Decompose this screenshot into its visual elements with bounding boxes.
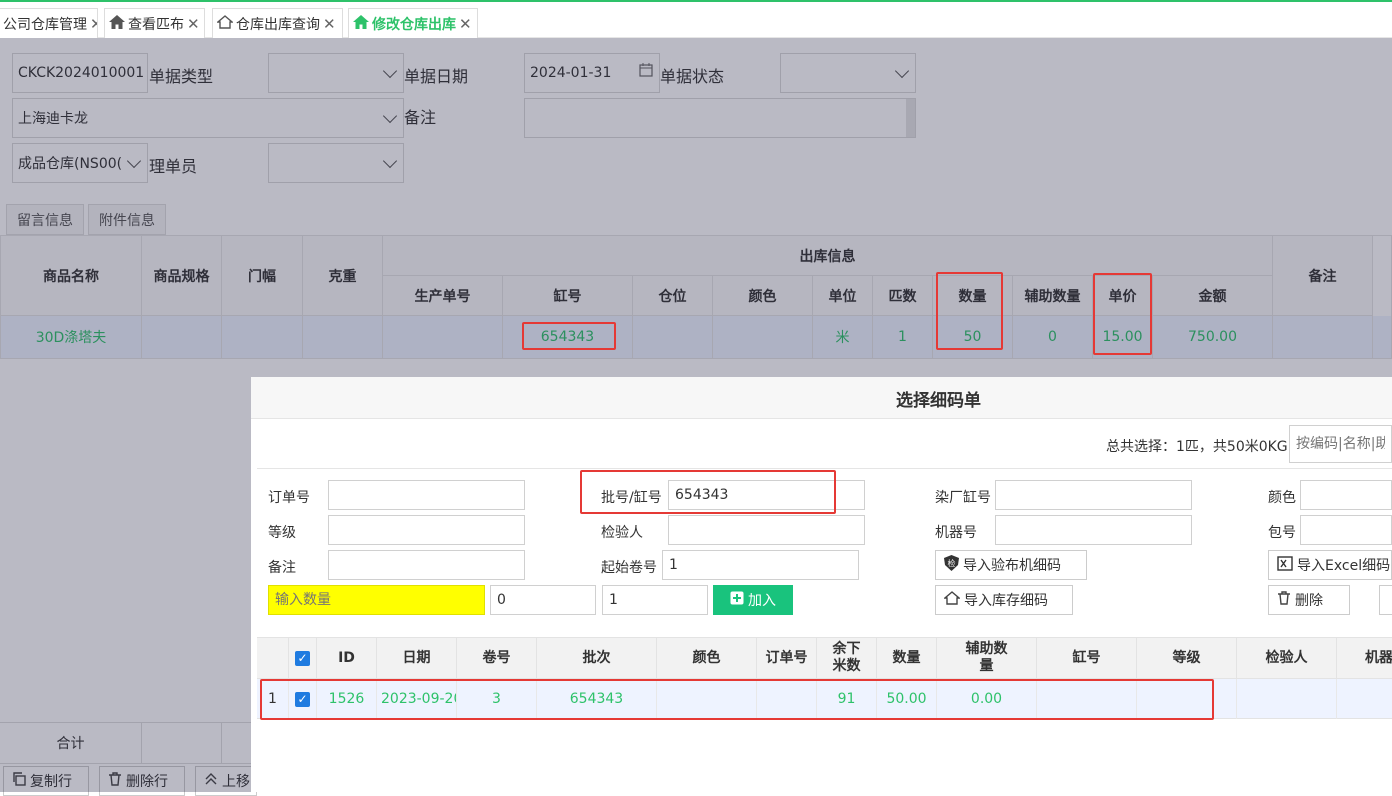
bag-label: 包号 bbox=[1268, 525, 1296, 541]
add-button[interactable]: 加入 bbox=[713, 585, 793, 615]
import-stock-label: 导入库存细码 bbox=[964, 593, 1048, 609]
svg-text:检: 检 bbox=[948, 558, 956, 568]
tab-label: 修改仓库出库 bbox=[372, 16, 456, 33]
start-roll-label: 起始卷号 bbox=[601, 560, 657, 576]
home-icon bbox=[353, 14, 369, 33]
close-icon[interactable]: ✕ bbox=[323, 15, 336, 33]
home-outline-icon bbox=[216, 14, 234, 33]
selection-summary: 总共选择：1匹，共50米0KG bbox=[1106, 439, 1288, 455]
grade-input[interactable] bbox=[328, 515, 525, 545]
remark-label: 备注 bbox=[268, 560, 296, 576]
col-header: 订单号 bbox=[757, 637, 817, 679]
shield-icon: 检 bbox=[944, 555, 959, 575]
highlight-box bbox=[260, 679, 1214, 720]
home-outline-icon bbox=[943, 591, 961, 609]
number-input-2[interactable]: 1 bbox=[602, 585, 708, 615]
excel-icon bbox=[1277, 555, 1293, 575]
col-header: 颜色 bbox=[657, 637, 757, 679]
col-header: 检验人 bbox=[1237, 637, 1337, 679]
close-icon[interactable]: ✕ bbox=[459, 15, 472, 33]
order-no-label: 订单号 bbox=[268, 490, 310, 506]
import-inspection-label: 导入验布机细码 bbox=[963, 558, 1061, 574]
tab-label: 仓库出库查询 bbox=[236, 16, 320, 33]
highlight-box bbox=[522, 322, 616, 350]
tab-edit-outbound[interactable]: 修改仓库出库 ✕ bbox=[348, 8, 478, 38]
inspector-label: 检验人 bbox=[601, 525, 643, 541]
import-excel-button[interactable]: 导入Excel细码 bbox=[1268, 550, 1392, 580]
trash-icon bbox=[1277, 591, 1291, 609]
quantity-input[interactable] bbox=[268, 585, 485, 615]
tab-view-fabric[interactable]: 查看匹布 ✕ bbox=[104, 8, 205, 38]
highlight-box bbox=[1093, 273, 1152, 355]
tab-bar: 公司仓库管理 ✕ 查看匹布 ✕ 仓库出库查询 ✕ 修改仓库出库 ✕ bbox=[0, 2, 1392, 38]
select-all-checkbox-cell: ✓ bbox=[289, 637, 317, 679]
color-input[interactable] bbox=[1300, 480, 1392, 510]
col-header: 数量 bbox=[877, 637, 937, 679]
number-input-1[interactable]: 0 bbox=[490, 585, 596, 615]
inspector-input[interactable] bbox=[668, 515, 865, 545]
col-header: 余下米数 bbox=[817, 637, 877, 679]
delete-button[interactable]: 删除 bbox=[1268, 585, 1350, 615]
start-roll-input[interactable]: 1 bbox=[662, 550, 859, 580]
col-header: ID bbox=[317, 637, 377, 679]
col-header: 卷号 bbox=[457, 637, 537, 679]
col-header: 缸号 bbox=[1037, 637, 1137, 679]
close-icon[interactable]: ✕ bbox=[187, 15, 200, 33]
col-header: 机器号 bbox=[1365, 649, 1392, 666]
dye-vat-label: 染厂缸号 bbox=[935, 490, 991, 506]
plus-square-icon bbox=[730, 591, 744, 609]
select-all-checkbox[interactable]: ✓ bbox=[295, 650, 310, 666]
import-inspection-button[interactable]: 检 导入验布机细码 bbox=[935, 550, 1087, 580]
home-icon bbox=[109, 14, 125, 33]
highlight-box bbox=[936, 272, 1003, 350]
row-index-header bbox=[257, 637, 289, 679]
dialog-title: 选择细码单 bbox=[896, 391, 981, 411]
highlight-box bbox=[580, 470, 836, 514]
col-header: 日期 bbox=[377, 637, 457, 679]
more-button[interactable] bbox=[1379, 585, 1392, 615]
machine-label: 机器号 bbox=[935, 525, 977, 541]
tab-label: 公司仓库管理 bbox=[3, 16, 87, 33]
add-label: 加入 bbox=[748, 593, 776, 609]
import-stock-button[interactable]: 导入库存细码 bbox=[935, 585, 1073, 615]
cell-inspector bbox=[1237, 679, 1337, 719]
machine-input[interactable] bbox=[995, 515, 1192, 545]
cell-machine bbox=[1337, 679, 1392, 719]
col-header: 批次 bbox=[537, 637, 657, 679]
search-input[interactable] bbox=[1289, 425, 1392, 463]
col-header: 辅助数量 bbox=[937, 637, 1037, 679]
delete-label: 删除 bbox=[1295, 593, 1323, 609]
grade-label: 等级 bbox=[268, 525, 296, 541]
remark-input[interactable] bbox=[328, 550, 525, 580]
col-header: 等级 bbox=[1137, 637, 1237, 679]
tab-outbound-query[interactable]: 仓库出库查询 ✕ bbox=[212, 8, 343, 38]
close-icon[interactable]: ✕ bbox=[90, 15, 97, 33]
bag-input[interactable] bbox=[1300, 515, 1392, 545]
dye-vat-input[interactable] bbox=[995, 480, 1192, 510]
tab-warehouse-manage[interactable]: 公司仓库管理 ✕ bbox=[0, 8, 98, 38]
import-excel-label: 导入Excel细码 bbox=[1297, 558, 1391, 574]
tab-label: 查看匹布 bbox=[128, 16, 184, 33]
order-no-input[interactable] bbox=[328, 480, 525, 510]
color-label: 颜色 bbox=[1268, 490, 1296, 506]
